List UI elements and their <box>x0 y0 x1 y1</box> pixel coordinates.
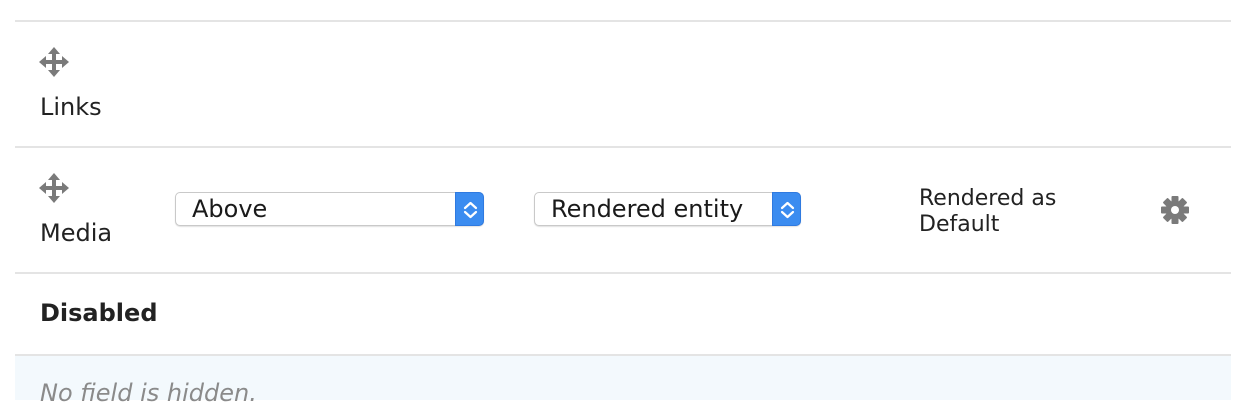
move-arrows-icon[interactable] <box>39 173 69 203</box>
formatter-value: Rendered entity <box>551 195 744 223</box>
label-display-value: Above <box>192 195 268 223</box>
formatter-select[interactable]: Rendered entity <box>534 192 801 226</box>
summary-line: Rendered as <box>919 186 1057 211</box>
label-display-select[interactable]: Above <box>175 192 484 226</box>
select-arrows-icon <box>455 192 484 226</box>
field-display-table: Links Media Above Rendered entity Render… <box>15 0 1231 407</box>
row-divider <box>15 146 1231 148</box>
field-label-links: Links <box>40 93 102 121</box>
gear-icon[interactable] <box>1158 193 1192 227</box>
empty-region-row: No field is hidden. <box>15 356 1231 407</box>
row-divider <box>15 20 1231 22</box>
summary-line: Default <box>919 212 1000 237</box>
move-arrows-icon[interactable] <box>39 47 69 77</box>
empty-region-message: No field is hidden. <box>40 379 257 407</box>
field-label-media: Media <box>40 219 113 247</box>
row-divider <box>15 272 1231 274</box>
region-title-disabled: Disabled <box>40 299 158 327</box>
formatter-summary: Rendered as Default <box>919 186 1056 238</box>
select-arrows-icon <box>772 192 801 226</box>
